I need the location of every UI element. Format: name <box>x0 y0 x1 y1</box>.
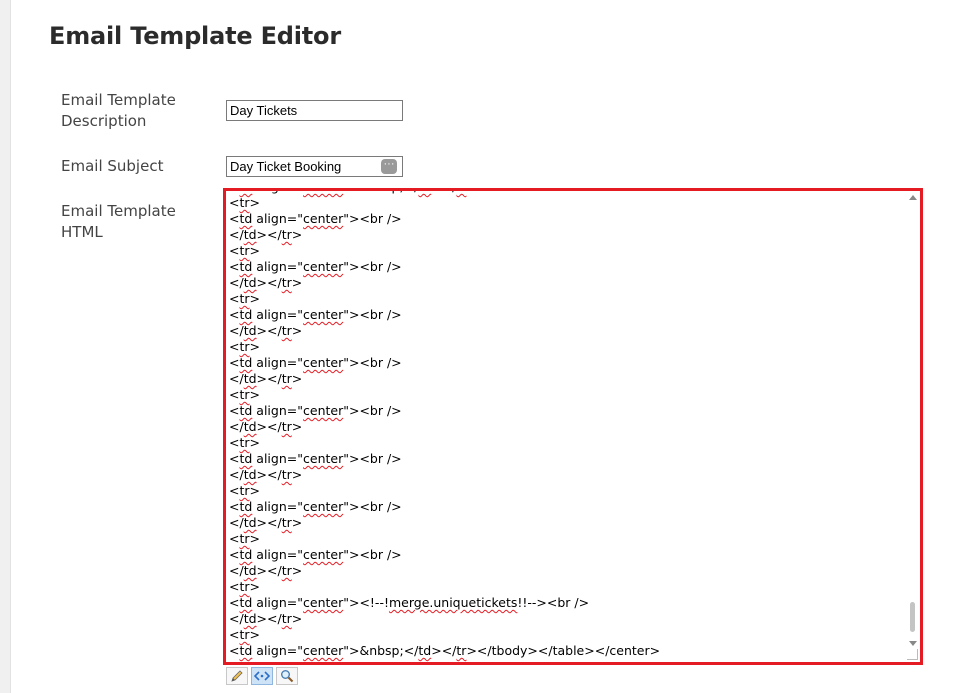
html-label: Email Template HTML <box>61 202 176 241</box>
code-line: </td></tr> <box>229 515 303 530</box>
more-options-icon[interactable]: ··· <box>381 159 397 174</box>
html-code-area[interactable]: <td align="center">&nbsp;</td></tr><tr><… <box>229 191 904 659</box>
code-icon <box>254 671 270 681</box>
code-line: </td></tr> <box>229 611 303 626</box>
scroll-thumb[interactable] <box>910 602 915 632</box>
subject-value: Day Ticket Booking <box>230 159 342 174</box>
code-line: <td align="center"><br /> <box>229 211 402 226</box>
html-editor[interactable]: <td align="center">&nbsp;</td></tr><tr><… <box>223 188 923 665</box>
code-line: </td></tr> <box>229 419 303 434</box>
code-line: <tr> <box>229 387 261 402</box>
code-line: </td></tr> <box>229 563 303 578</box>
html-mode-button[interactable] <box>251 667 273 685</box>
code-line: <td align="center"><br /> <box>229 499 402 514</box>
code-line: <td align="center"><br /> <box>229 451 402 466</box>
code-line: <td align="center"><br /> <box>229 307 402 322</box>
code-line: <tr> <box>229 339 261 354</box>
scroll-down-icon[interactable] <box>909 641 917 646</box>
subject-input[interactable]: Day Ticket Booking ··· <box>226 156 403 177</box>
code-line: <td align="center"><br /> <box>229 403 402 418</box>
code-line: <td align="center"><br /> <box>229 259 402 274</box>
page-title: Email Template Editor <box>49 22 341 50</box>
subject-label: Email Subject <box>61 157 164 175</box>
scroll-up-icon[interactable] <box>909 195 917 200</box>
code-line: </td></tr> <box>229 275 303 290</box>
code-line: </td></tr> <box>229 467 303 482</box>
design-mode-button[interactable] <box>226 667 248 685</box>
resize-grip-icon[interactable] <box>907 649 918 660</box>
code-line: <tr> <box>229 291 261 306</box>
pencil-icon <box>231 670 243 682</box>
code-line: <tr> <box>229 243 261 258</box>
code-line: </td></tr> <box>229 371 303 386</box>
code-line: <tr> <box>229 627 261 642</box>
vertical-scrollbar[interactable] <box>907 193 918 648</box>
code-line: <tr> <box>229 531 261 546</box>
code-line: <tr> <box>229 195 261 210</box>
code-line: <tr> <box>229 579 261 594</box>
code-line: <tr> <box>229 435 261 450</box>
description-input[interactable]: Day Tickets <box>226 100 403 121</box>
description-label: Email Template Description <box>61 91 176 130</box>
code-line: </td></tr> <box>229 227 303 242</box>
code-line: <td align="center"><!--!merge.uniquetick… <box>229 595 590 610</box>
preview-mode-button[interactable] <box>276 667 298 685</box>
code-line: <td align="center"><br /> <box>229 355 402 370</box>
magnifier-icon <box>281 670 294 683</box>
editor-toolbar <box>226 667 298 687</box>
code-line: <tr> <box>229 483 261 498</box>
code-line: </td></tr> <box>229 323 303 338</box>
code-line: <td align="center">&nbsp;</td></tr></tbo… <box>229 643 661 658</box>
code-line: <td align="center">&nbsp;</td></tr> <box>229 191 904 195</box>
editor-panel: Email Template Editor Email Template Des… <box>10 0 978 693</box>
code-line: <td align="center"><br /> <box>229 547 402 562</box>
